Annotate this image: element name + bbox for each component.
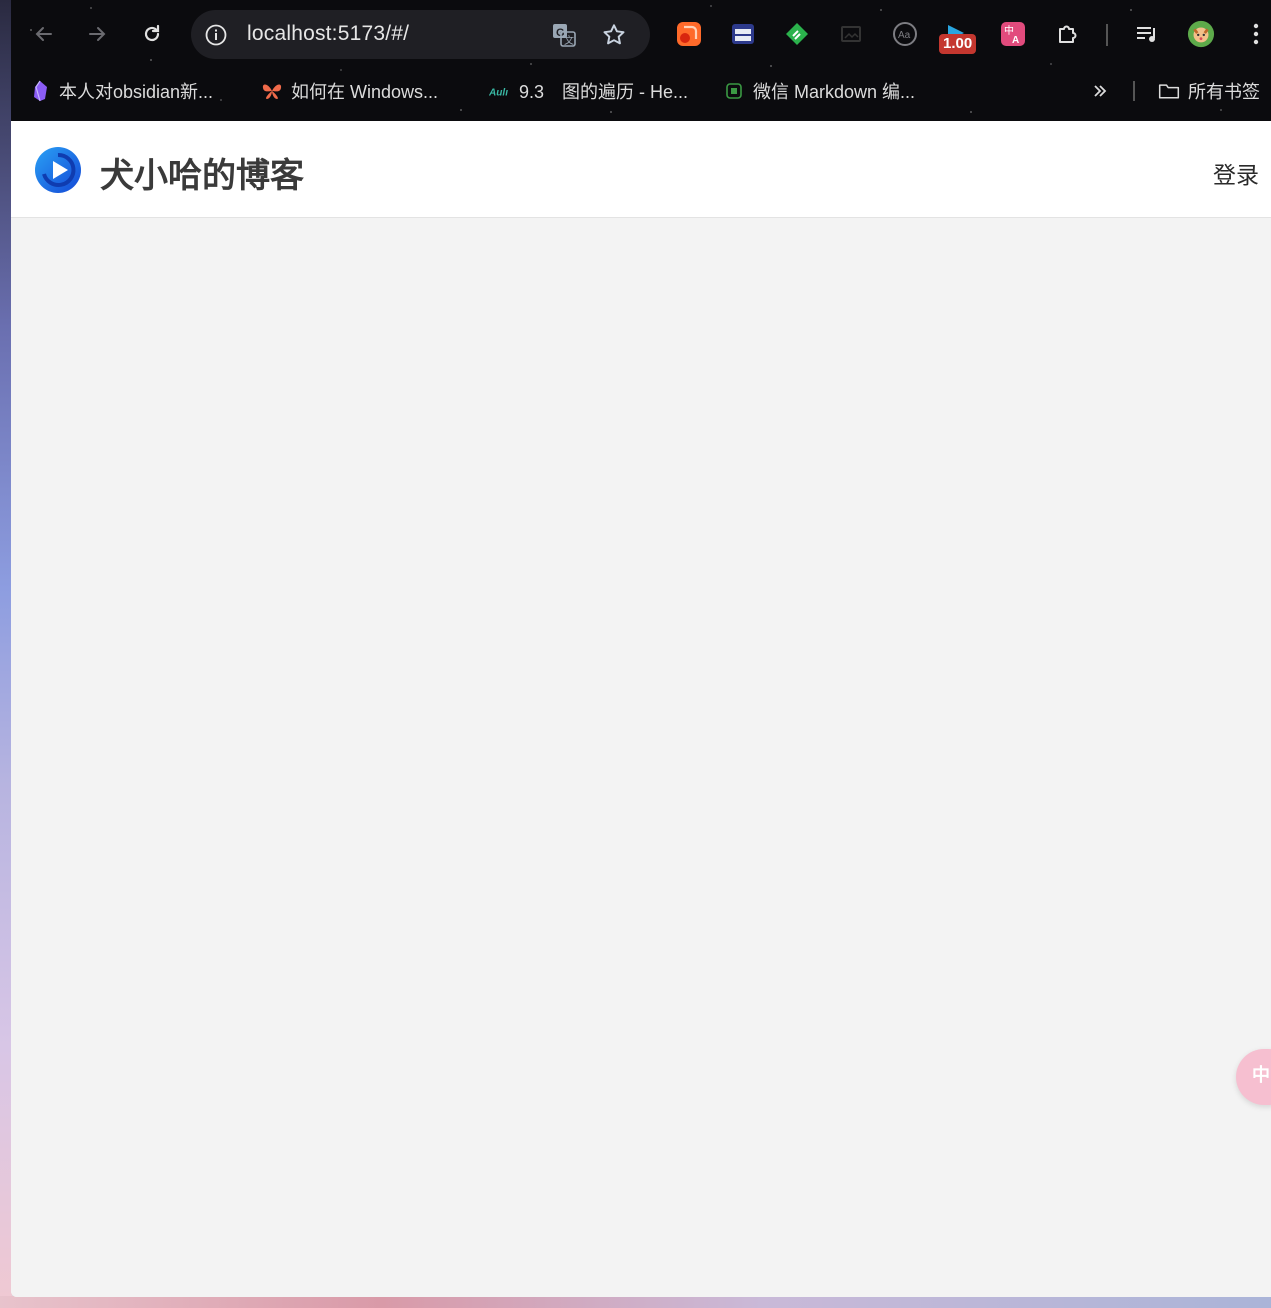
font-reader-icon[interactable]: Aa: [891, 20, 919, 48]
obsidian-icon: [29, 80, 51, 102]
extension-orange-icon[interactable]: [675, 20, 703, 48]
hello-algo-icon: Aulı: [489, 80, 511, 102]
browser-menu-icon[interactable]: [1242, 20, 1270, 48]
more-bookmarks-button[interactable]: [1089, 79, 1111, 103]
reload-icon: [144, 24, 160, 42]
desktop-wallpaper-bottom: [0, 1296, 1271, 1308]
butterfly-icon: [261, 80, 283, 102]
svg-text:Aa: Aa: [898, 30, 911, 41]
video-speed-badge: 1.00: [939, 34, 977, 54]
browser-toolbar: localhost:5173/#/ G 文 Aa 1.00 中 A 本人对obs…: [11, 0, 1271, 121]
bookmark-item[interactable]: 本人对obsidian新...: [29, 79, 213, 103]
address-bar[interactable]: localhost:5173/#/ G 文: [191, 10, 650, 59]
browser-window: localhost:5173/#/ G 文 Aa 1.00 中 A 本人对obs…: [11, 0, 1271, 1297]
wechat-editor-icon: [723, 80, 745, 102]
immersive-translate-icon[interactable]: 中A: [999, 20, 1027, 48]
all-bookmarks-button[interactable]: 所有书签: [1158, 79, 1260, 103]
toolbar-divider: [1106, 24, 1108, 46]
site-header: 犬小哈的博客 登录: [11, 121, 1271, 218]
url-text[interactable]: localhost:5173/#/: [247, 22, 409, 46]
bookmark-star-icon[interactable]: [601, 22, 627, 52]
svg-text:Aulı: Aulı: [489, 88, 508, 99]
bookmarks-bar: 本人对obsidian新... 如何在 Windows... Aulı 9.3 …: [11, 70, 1271, 112]
screenshot-icon[interactable]: [837, 20, 865, 48]
main-content: [11, 218, 1271, 1297]
feedly-icon[interactable]: [783, 20, 811, 48]
chevron-double-right-icon: [1089, 80, 1111, 102]
profile-avatar[interactable]: [1187, 20, 1215, 48]
site-logo-icon[interactable]: [34, 146, 82, 194]
reload-button[interactable]: [136, 18, 168, 50]
login-button[interactable]: 登录: [1213, 156, 1259, 190]
all-bookmarks-label: 所有书签: [1188, 82, 1260, 102]
bookmark-item[interactable]: Aulı 9.3 图的遍历 - He...: [489, 79, 688, 103]
arrow-left-icon: [35, 27, 52, 41]
extension-window-icon[interactable]: [729, 20, 757, 48]
site-info-icon[interactable]: [204, 23, 228, 51]
site-title[interactable]: 犬小哈的博客: [100, 148, 304, 197]
extensions-puzzle-icon[interactable]: [1054, 20, 1082, 48]
svg-text:A: A: [1012, 35, 1019, 46]
bookmark-item[interactable]: 微信 Markdown 编...: [723, 79, 915, 103]
floating-translate-label: 中: [1252, 1065, 1270, 1086]
translate-page-icon[interactable]: G 文: [551, 22, 577, 52]
bookmark-label: 微信 Markdown 编...: [753, 82, 916, 102]
arrow-right-icon: [89, 27, 106, 41]
bookmarks-divider: [1133, 81, 1135, 101]
bookmark-label: 本人对obsidian新...: [59, 82, 214, 102]
bookmark-label: 9.3 图的遍历 - He...: [519, 82, 689, 102]
svg-text:文: 文: [564, 34, 574, 47]
forward-button[interactable]: [81, 18, 113, 50]
bookmark-item[interactable]: 如何在 Windows...: [261, 79, 438, 103]
back-button[interactable]: [28, 18, 60, 50]
media-controls-icon[interactable]: [1133, 20, 1161, 48]
folder-icon: [1158, 80, 1180, 102]
bookmark-label: 如何在 Windows...: [291, 82, 439, 102]
